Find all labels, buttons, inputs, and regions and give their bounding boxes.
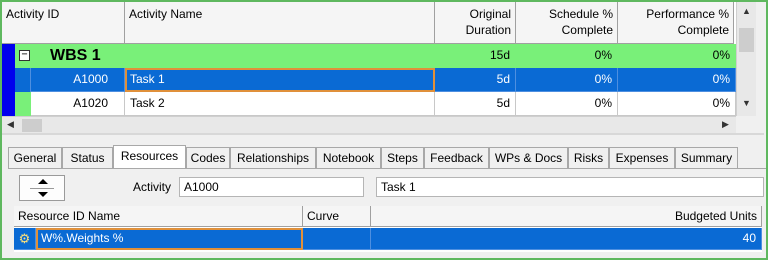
activity-row[interactable]: A1020 Task 2 5d 0% 0% <box>2 92 736 116</box>
col-header-activity-name[interactable]: Activity Name <box>125 2 435 44</box>
collapse-icon[interactable]: − <box>19 50 30 61</box>
vertical-scrollbar[interactable]: ▲ ▼ <box>736 2 756 116</box>
performance-cell[interactable]: 0% <box>618 92 736 116</box>
col-header-label: Activity Name <box>129 7 203 21</box>
col-header-label: Performance % <box>646 7 729 21</box>
activity-stepper[interactable] <box>19 175 65 201</box>
col-header-label: Original <box>469 7 511 21</box>
scroll-left-icon[interactable]: ◀ <box>7 119 14 130</box>
resource-row[interactable]: ⚙ W%.Weights % 40 <box>14 228 762 252</box>
schedule-cell[interactable]: 0% <box>516 44 618 68</box>
splitter[interactable] <box>2 133 764 135</box>
tab-codes[interactable]: Codes <box>186 147 230 169</box>
row-indicator <box>2 92 15 116</box>
col-header-performance-complete[interactable]: Performance % Complete <box>618 2 734 44</box>
tab-resources[interactable]: Resources <box>113 145 186 169</box>
col-header-activity-id[interactable]: Activity ID <box>2 2 125 44</box>
col-header-label: Budgeted Units <box>674 209 757 223</box>
scroll-corner <box>736 116 756 133</box>
row-indicator <box>2 68 15 92</box>
wbs-band <box>15 92 31 116</box>
tab-steps[interactable]: Steps <box>381 147 424 169</box>
performance-cell[interactable]: 0% <box>618 44 736 68</box>
scroll-thumb[interactable] <box>22 119 42 132</box>
col-header-resource-id-name[interactable]: Resource ID Name <box>14 206 303 227</box>
col-header-schedule-complete[interactable]: Schedule % Complete <box>516 2 618 44</box>
horizontal-scrollbar[interactable]: ◀ ▶ <box>2 116 736 133</box>
col-header-label: Resource ID Name <box>18 209 121 223</box>
col-header-original-duration[interactable]: Original Duration <box>435 2 516 44</box>
tab-notebook[interactable]: Notebook <box>316 147 381 169</box>
col-header-label: Complete <box>561 23 613 37</box>
col-header-label: Schedule % <box>548 7 613 21</box>
activity-name-cell[interactable]: Task 2 <box>125 92 435 116</box>
scroll-right-icon[interactable]: ▶ <box>722 119 729 130</box>
col-header-label: Complete <box>677 23 729 37</box>
row-spacer <box>15 68 31 92</box>
scroll-up-icon[interactable]: ▲ <box>742 6 751 16</box>
activity-id-field[interactable]: A1000 <box>179 177 364 197</box>
tab-relationships[interactable]: Relationships <box>230 147 316 169</box>
resource-type-cell: ⚙ <box>14 228 36 250</box>
wbs-name: WBS 1 <box>50 47 101 64</box>
col-header-curve[interactable]: Curve <box>303 206 371 227</box>
schedule-cell[interactable]: 0% <box>516 92 618 116</box>
duration-cell[interactable]: 5d <box>435 92 516 116</box>
gear-icon: ⚙ <box>18 231 31 246</box>
col-header-budgeted-units[interactable]: Budgeted Units <box>371 206 762 227</box>
resource-assignments-table: Resource ID Name Curve Budgeted Units ⚙ … <box>14 206 762 252</box>
stepper-divider <box>30 188 54 189</box>
activity-label: Activity <box>133 180 172 194</box>
duration-cell[interactable]: 5d <box>435 68 516 92</box>
schedule-cell[interactable]: 0% <box>516 68 618 92</box>
tab-general[interactable]: General <box>8 147 62 169</box>
activity-id-cell[interactable]: A1020 <box>31 92 125 116</box>
col-header-label: Duration <box>465 23 511 37</box>
cell-focus-outline <box>125 68 435 92</box>
row-indicator <box>2 44 15 68</box>
activity-table: Activity ID Activity Name Original Durat… <box>2 2 736 116</box>
previous-activity-icon[interactable] <box>38 179 48 184</box>
tab-feedback[interactable]: Feedback <box>424 147 489 169</box>
col-header-label: Curve <box>307 209 340 223</box>
tab-status[interactable]: Status <box>62 147 113 169</box>
duration-cell[interactable]: 15d <box>435 44 516 68</box>
budgeted-units-cell[interactable]: 40 <box>371 228 762 250</box>
activity-id-cell[interactable]: A1000 <box>31 68 125 92</box>
tab-risks[interactable]: Risks <box>568 147 609 169</box>
col-header-label: Activity ID <box>6 7 60 21</box>
performance-cell[interactable]: 0% <box>618 68 736 92</box>
activity-name-field[interactable]: Task 1 <box>376 177 764 197</box>
tab-expenses[interactable]: Expenses <box>609 147 675 169</box>
activity-row[interactable]: A1000 Task 1 5d 0% 0% <box>2 68 736 92</box>
next-activity-icon[interactable] <box>38 192 48 197</box>
scroll-thumb[interactable] <box>739 28 754 52</box>
tab-wps-docs[interactable]: WPs & Docs <box>489 147 568 169</box>
cell-focus-outline <box>36 228 303 250</box>
scroll-down-icon[interactable]: ▼ <box>742 98 751 108</box>
wbs-name-cell[interactable]: − WBS 1 <box>15 44 435 68</box>
tab-summary[interactable]: Summary <box>675 147 738 169</box>
curve-cell[interactable] <box>303 228 371 250</box>
wbs-row[interactable]: − WBS 1 15d 0% 0% <box>2 44 736 68</box>
